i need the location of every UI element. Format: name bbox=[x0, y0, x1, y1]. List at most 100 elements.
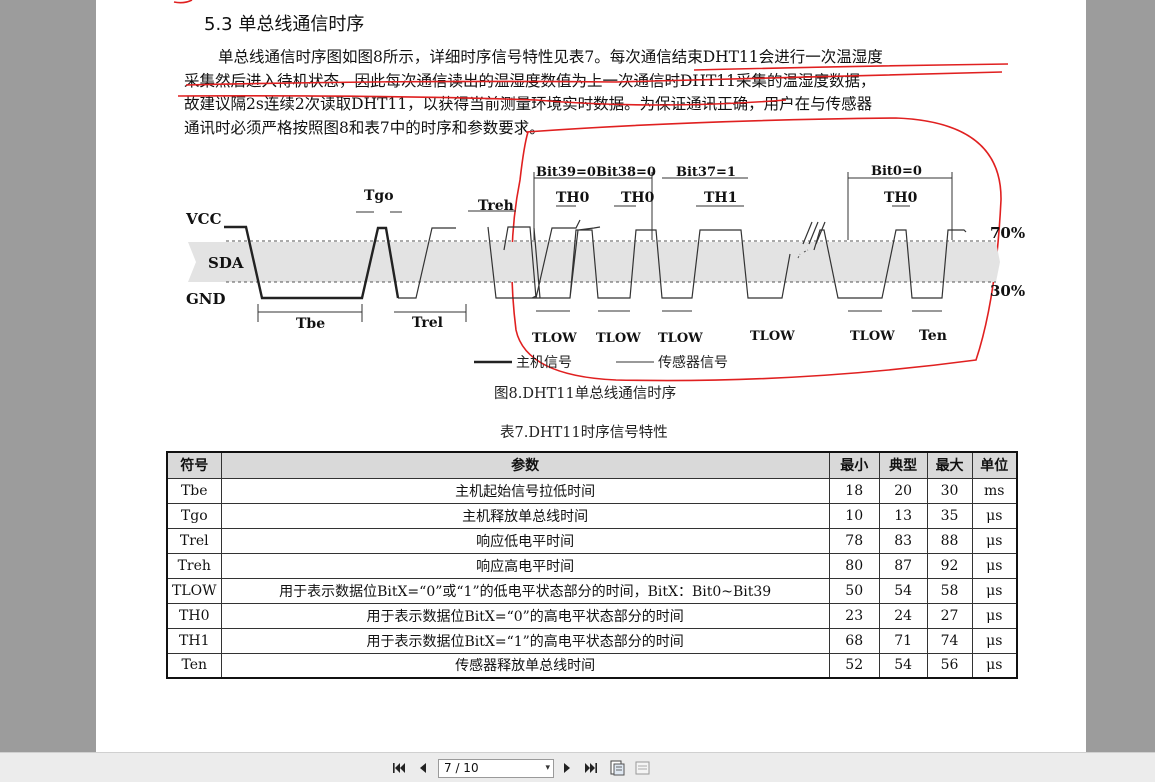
header-cell: 参数 bbox=[220, 451, 830, 479]
legend-sensor-text: 传感器信号 bbox=[658, 354, 728, 371]
vcc-label: VCC bbox=[185, 210, 222, 228]
table-cell: Tbe bbox=[166, 477, 222, 504]
table-cell: μs bbox=[971, 652, 1018, 679]
document-viewer[interactable]: 5.3 单总线通信时序 单总线通信时序图如图8所示，详细时序信号特性见表7。每次… bbox=[0, 0, 1155, 752]
table-row: Tbe 主机起始信号拉低时间 18 20 30 ms bbox=[166, 477, 1018, 504]
percent-30-label: 30% bbox=[990, 282, 1025, 300]
figure-caption: 图8.DHT11单总线通信时序 bbox=[494, 386, 677, 402]
table-header-row: 符号 参数 最小 典型 最大 单位 bbox=[166, 451, 1018, 479]
table-cell: Tgo bbox=[166, 502, 222, 529]
annotation-underline bbox=[693, 63, 1009, 71]
next-page-icon[interactable] bbox=[558, 760, 576, 776]
tgo-label: Tgo bbox=[364, 188, 394, 204]
header-cell: 单位 bbox=[971, 451, 1018, 479]
annotation-mark bbox=[173, 0, 193, 4]
table-cell: 92 bbox=[926, 552, 973, 579]
table-cell: μs bbox=[971, 577, 1018, 604]
table-cell: μs bbox=[971, 602, 1018, 629]
th0-label: TH0 bbox=[621, 190, 655, 206]
timing-parameters-table: 符号 参数 最小 典型 最大 单位 Tbe 主机起始信号拉低时间 18 20 3… bbox=[166, 451, 1018, 679]
table-cell: 83 bbox=[878, 527, 928, 554]
tlow-label: TLOW bbox=[850, 329, 895, 344]
table-cell: 71 bbox=[878, 627, 928, 654]
last-page-icon[interactable] bbox=[582, 760, 600, 776]
table-cell: 87 bbox=[878, 552, 928, 579]
tlow-label: TLOW bbox=[658, 331, 703, 346]
table-cell: μs bbox=[971, 502, 1018, 529]
first-page-icon[interactable] bbox=[390, 760, 408, 776]
table-cell: 78 bbox=[828, 527, 880, 554]
page-indicator: 7 / 10 bbox=[444, 761, 479, 775]
tlow-label: TLOW bbox=[596, 331, 641, 346]
table-row: Treh 响应高电平时间 80 87 92 μs bbox=[166, 552, 1018, 579]
sda-label: SDA bbox=[208, 254, 244, 272]
table-row: Tgo 主机释放单总线时间 10 13 35 μs bbox=[166, 502, 1018, 529]
header-cell: 符号 bbox=[166, 451, 222, 479]
table-row: TH1 用于表示数据位BitX=“1”的高电平状态部分的时间 68 71 74 … bbox=[166, 627, 1018, 654]
table-cell: TH0 bbox=[166, 602, 222, 629]
table-cell: 13 bbox=[878, 502, 928, 529]
header-cell: 典型 bbox=[878, 451, 928, 479]
table-cell: 54 bbox=[878, 577, 928, 604]
table-cell: 主机起始信号拉低时间 bbox=[220, 477, 830, 504]
table-caption: 表7.DHT11时序信号特性 bbox=[500, 425, 668, 441]
table-cell: 传感器释放单总线时间 bbox=[220, 652, 830, 679]
bit37-label: Bit37=1 bbox=[676, 165, 736, 180]
tbe-label: Tbe bbox=[296, 316, 325, 332]
table-cell: 23 bbox=[828, 602, 880, 629]
bit0-label: Bit0=0 bbox=[871, 164, 922, 179]
table-cell: 88 bbox=[926, 527, 973, 554]
table-cell: μs bbox=[971, 527, 1018, 554]
table-row: Trel 响应低电平时间 78 83 88 μs bbox=[166, 527, 1018, 554]
table-cell: Ten bbox=[166, 652, 222, 679]
table-cell: 响应高电平时间 bbox=[220, 552, 830, 579]
th0-label: TH0 bbox=[556, 190, 590, 206]
table-cell: 54 bbox=[878, 652, 928, 679]
table-cell: 响应低电平时间 bbox=[220, 527, 830, 554]
tlow-label: TLOW bbox=[532, 331, 577, 346]
annotation-underline bbox=[185, 71, 1003, 86]
annotation-underline bbox=[177, 95, 787, 106]
table-cell: μs bbox=[971, 552, 1018, 579]
table-cell: 30 bbox=[926, 477, 973, 504]
table-cell: 24 bbox=[878, 602, 928, 629]
bit38-label: Bit38=0 bbox=[596, 165, 656, 180]
table-cell: 58 bbox=[926, 577, 973, 604]
table-cell: Treh bbox=[166, 552, 222, 579]
table-cell: 74 bbox=[926, 627, 973, 654]
prev-page-icon[interactable] bbox=[414, 760, 432, 776]
navigation-toolbar: 7 / 10 ▾ bbox=[0, 752, 1155, 782]
treh-label: Treh bbox=[478, 198, 514, 214]
table-cell: TLOW bbox=[166, 577, 222, 604]
table-cell: 20 bbox=[878, 477, 928, 504]
table-cell: μs bbox=[971, 627, 1018, 654]
legend: 主机信号 传感器信号 bbox=[474, 354, 728, 371]
table-cell: 50 bbox=[828, 577, 880, 604]
table-cell: 用于表示数据位BitX=“0”的高电平状态部分的时间 bbox=[220, 602, 830, 629]
table-cell: 56 bbox=[926, 652, 973, 679]
table-cell: 用于表示数据位BitX=“0”或“1”的低电平状态部分的时间，BitX：Bit0… bbox=[220, 577, 830, 604]
table-cell: ms bbox=[971, 477, 1018, 504]
fit-width-icon[interactable] bbox=[634, 760, 652, 776]
table-cell: 52 bbox=[828, 652, 880, 679]
header-cell: 最大 bbox=[926, 451, 973, 479]
th0-label: TH0 bbox=[884, 190, 918, 206]
fit-page-icon[interactable] bbox=[608, 760, 626, 776]
table-cell: Trel bbox=[166, 527, 222, 554]
table-row: TH0 用于表示数据位BitX=“0”的高电平状态部分的时间 23 24 27 … bbox=[166, 602, 1018, 629]
table-row: Ten 传感器释放单总线时间 52 54 56 μs bbox=[166, 652, 1018, 679]
header-cell: 最小 bbox=[828, 451, 880, 479]
pdf-page: 5.3 单总线通信时序 单总线通信时序图如图8所示，详细时序信号特性见表7。每次… bbox=[96, 0, 1086, 752]
table-row: TLOW 用于表示数据位BitX=“0”或“1”的低电平状态部分的时间，BitX… bbox=[166, 577, 1018, 604]
trel-label: Trel bbox=[412, 315, 443, 331]
table-cell: 18 bbox=[828, 477, 880, 504]
page-number-select[interactable]: 7 / 10 ▾ bbox=[438, 759, 554, 778]
th1-label: TH1 bbox=[704, 190, 737, 206]
gnd-label: GND bbox=[186, 290, 226, 308]
tlow-label: TLOW bbox=[750, 329, 795, 344]
table-cell: 80 bbox=[828, 552, 880, 579]
table-cell: 35 bbox=[926, 502, 973, 529]
table-cell: 用于表示数据位BitX=“1”的高电平状态部分的时间 bbox=[220, 627, 830, 654]
percent-70-label: 70% bbox=[990, 224, 1025, 242]
table-cell: 主机释放单总线时间 bbox=[220, 502, 830, 529]
